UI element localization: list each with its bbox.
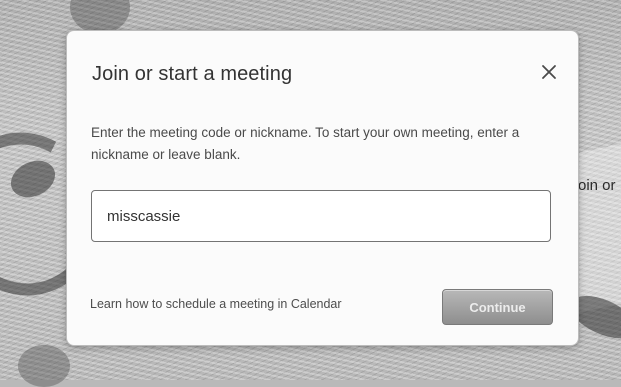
meeting-code-input[interactable]	[91, 190, 551, 242]
background-shape	[70, 0, 130, 34]
continue-button[interactable]: Continue	[442, 289, 553, 325]
join-meeting-dialog: Join or start a meeting Enter the meetin…	[66, 30, 579, 346]
background-shape	[18, 345, 70, 387]
dialog-description: Enter the meeting code or nickname. To s…	[91, 125, 520, 162]
dialog-title: Join or start a meeting	[92, 63, 293, 85]
close-icon	[542, 65, 556, 79]
background-partial-label: oin or	[578, 177, 616, 194]
schedule-calendar-link[interactable]: Learn how to schedule a meeting in Calen…	[90, 297, 342, 311]
close-button[interactable]	[536, 59, 562, 85]
